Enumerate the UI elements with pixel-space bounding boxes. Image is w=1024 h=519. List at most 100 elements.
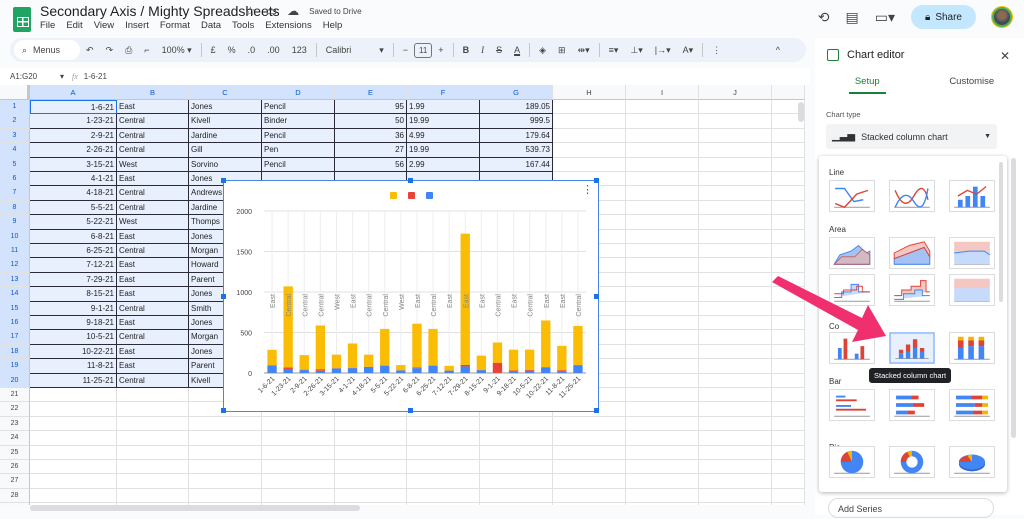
cell-i26[interactable] (626, 460, 699, 474)
font-size-input[interactable]: 11 (414, 43, 432, 58)
cell-f23[interactable] (407, 417, 480, 431)
menu-search[interactable]: ⌕Menus (14, 40, 80, 60)
row-header[interactable]: 19 (0, 359, 30, 373)
column-header-c[interactable]: C (189, 85, 262, 100)
cell-a13[interactable]: 7-29-21 (30, 273, 117, 287)
cell-i11[interactable] (626, 244, 699, 258)
cell-j27[interactable] (699, 474, 772, 488)
cell-b11[interactable]: Central (117, 244, 189, 258)
document-title[interactable]: Secondary Axis / Mighty Spreadsheets (40, 3, 280, 19)
cell-k24[interactable] (772, 431, 805, 445)
100-area-thumb[interactable] (949, 237, 995, 269)
version-history-icon[interactable]: ⟲ (818, 9, 830, 26)
redo-icon[interactable]: ↷ (100, 45, 120, 56)
formula-input[interactable]: 1-6-21 (84, 72, 107, 81)
cell-g3[interactable]: 179.64 (480, 129, 553, 143)
cell-i8[interactable] (626, 201, 699, 215)
cell-j28[interactable] (699, 489, 772, 503)
cell-i27[interactable] (626, 474, 699, 488)
cell-i7[interactable] (626, 186, 699, 200)
share-button[interactable]: 🔒︎Share (911, 5, 976, 29)
cell-f4[interactable]: 19.99 (407, 143, 480, 157)
sheets-logo-icon[interactable] (13, 7, 31, 32)
add-series-button[interactable]: Add Series (828, 498, 994, 518)
cell-f25[interactable] (407, 446, 480, 460)
cell-b18[interactable]: East (117, 345, 189, 359)
row-header[interactable]: 9 (0, 215, 30, 229)
cell-c28[interactable] (189, 489, 262, 503)
cell-k14[interactable] (772, 287, 805, 301)
cell-j25[interactable] (699, 446, 772, 460)
cell-j26[interactable] (699, 460, 772, 474)
cell-a4[interactable]: 2-26-21 (30, 143, 117, 157)
menu-view[interactable]: View (94, 20, 114, 31)
cell-j13[interactable] (699, 273, 772, 287)
stacked-stepped-thumb[interactable] (889, 274, 935, 306)
cell-b25[interactable] (117, 446, 189, 460)
cell-k23[interactable] (772, 417, 805, 431)
cell-i28[interactable] (626, 489, 699, 503)
cell-i9[interactable] (626, 215, 699, 229)
cell-a17[interactable]: 10-5-21 (30, 330, 117, 344)
cell-d3[interactable]: Pencil (262, 129, 335, 143)
cell-b7[interactable]: Central (117, 186, 189, 200)
meet-video-icon[interactable]: ▭▾ (875, 9, 895, 26)
row-header[interactable]: 11 (0, 244, 30, 258)
cell-h25[interactable] (553, 446, 626, 460)
cell-b14[interactable]: East (117, 287, 189, 301)
column-header[interactable] (772, 85, 805, 100)
cell-k18[interactable] (772, 345, 805, 359)
cell-d25[interactable] (262, 446, 335, 460)
cell-i12[interactable] (626, 258, 699, 272)
cell-a5[interactable]: 3-15-21 (30, 158, 117, 172)
cell-i24[interactable] (626, 431, 699, 445)
cell-a11[interactable]: 6-25-21 (30, 244, 117, 258)
name-box[interactable]: A1:G20 (0, 72, 60, 81)
font-select[interactable]: Calibri▾ (320, 45, 390, 56)
cell-e25[interactable] (335, 446, 407, 460)
vertical-scrollbar[interactable] (798, 102, 804, 122)
cell-a19[interactable]: 11-8-21 (30, 359, 117, 373)
cell-f29[interactable] (407, 503, 480, 505)
cell-d2[interactable]: Binder (262, 114, 335, 128)
100-bar-thumb[interactable] (949, 389, 995, 421)
cell-k4[interactable] (772, 143, 805, 157)
cell-b20[interactable]: Central (117, 374, 189, 388)
cell-b27[interactable] (117, 474, 189, 488)
cell-j17[interactable] (699, 330, 772, 344)
menu-insert[interactable]: Insert (125, 20, 149, 31)
cell-i4[interactable] (626, 143, 699, 157)
cell-b9[interactable]: West (117, 215, 189, 229)
cell-j9[interactable] (699, 215, 772, 229)
cell-a16[interactable]: 9-18-21 (30, 316, 117, 330)
cell-g5[interactable]: 167.44 (480, 158, 553, 172)
paint-format-icon[interactable]: ⌐ (138, 45, 155, 55)
cell-b23[interactable] (117, 417, 189, 431)
resize-handle[interactable] (594, 178, 599, 183)
print-icon[interactable]: ⎙ (119, 45, 138, 56)
cell-b6[interactable]: East (117, 172, 189, 186)
stepped-area-thumb[interactable] (829, 274, 875, 306)
cell-b22[interactable] (117, 402, 189, 416)
strikethrough-icon[interactable]: S (490, 45, 508, 55)
cell-f5[interactable]: 2.99 (407, 158, 480, 172)
cell-i21[interactable] (626, 388, 699, 402)
cell-a6[interactable]: 4-1-21 (30, 172, 117, 186)
row-header[interactable]: 29 (0, 503, 30, 505)
cell-f3[interactable]: 4.99 (407, 129, 480, 143)
cell-j7[interactable] (699, 186, 772, 200)
cell-h24[interactable] (553, 431, 626, 445)
currency-button[interactable]: £ (205, 45, 222, 55)
cell-b3[interactable]: Central (117, 129, 189, 143)
cell-i14[interactable] (626, 287, 699, 301)
cell-j8[interactable] (699, 201, 772, 215)
bold-icon[interactable]: B (457, 45, 476, 55)
more-options-icon[interactable]: ⋮ (706, 45, 727, 56)
cell-e2[interactable]: 50 (335, 114, 407, 128)
cell-e26[interactable] (335, 460, 407, 474)
cell-b16[interactable]: East (117, 316, 189, 330)
cell-a25[interactable] (30, 446, 117, 460)
cell-i25[interactable] (626, 446, 699, 460)
resize-handle[interactable] (408, 408, 413, 413)
cell-i17[interactable] (626, 330, 699, 344)
